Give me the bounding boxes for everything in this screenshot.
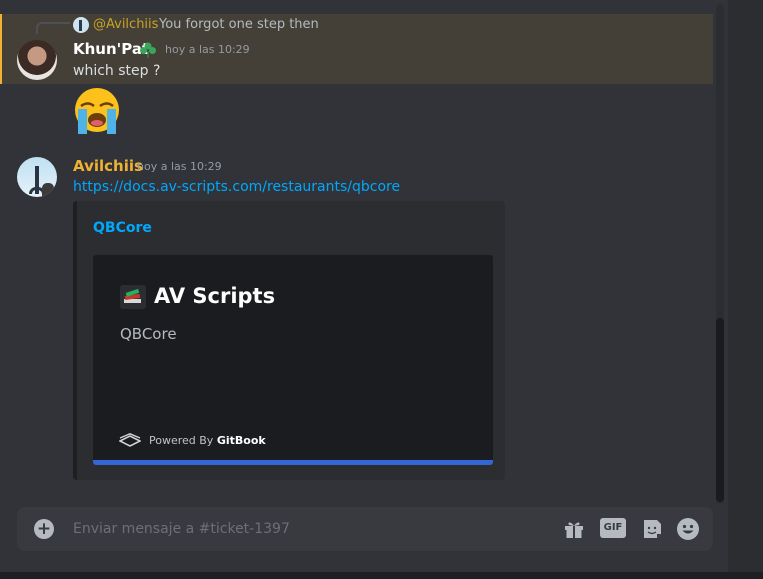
reply-preview-text[interactable]: You forgot one step then (159, 17, 319, 32)
reply-avatar[interactable] (73, 17, 89, 33)
avatar-khunpat[interactable] (17, 40, 57, 80)
author-name[interactable]: Avilchiis (73, 157, 143, 175)
reply-spine (36, 22, 70, 34)
author-name[interactable]: Khun'Pat (73, 40, 149, 58)
avatar-avilchiis[interactable] (17, 157, 57, 197)
message-text: which step ? (73, 63, 161, 79)
embed-preview-image[interactable]: AV Scripts QBCore Powered By GitBook (93, 255, 493, 465)
powered-brand: GitBook (216, 434, 266, 447)
gitbook-icon (119, 433, 141, 447)
message-timestamp: hoy a las 10:29 (165, 43, 250, 56)
embed-title[interactable]: QBCore (93, 220, 152, 236)
plus-icon[interactable]: + (34, 519, 54, 539)
message-timestamp: hoy a las 10:29 (137, 160, 222, 173)
scrollbar-thumb[interactable] (716, 318, 724, 502)
message-composer: + GIF (17, 507, 713, 551)
bottom-edge (0, 572, 763, 579)
loudly-crying-face-icon (75, 88, 119, 134)
right-panel-edge (728, 0, 763, 579)
message-input[interactable] (73, 517, 543, 541)
embed-accent-bar (93, 460, 493, 465)
embed-site-subtitle: QBCore (120, 325, 177, 343)
link-embed: QBCore AV Scripts QBCore Powered By GitB… (73, 201, 505, 480)
person-silhouette (42, 183, 54, 197)
reply-mention[interactable]: @Avilchiis (93, 17, 158, 32)
chat-area: @Avilchiis You forgot one step then Khun… (0, 0, 728, 579)
gif-icon[interactable]: GIF (600, 518, 626, 538)
book-stack-icon (120, 285, 146, 309)
sticker-icon[interactable] (640, 517, 664, 541)
message-link[interactable]: https://docs.av-scripts.com/restaurants/… (73, 179, 400, 195)
gift-icon[interactable] (562, 517, 586, 541)
clover-icon (140, 42, 156, 58)
powered-prefix: Powered By (149, 434, 217, 447)
powered-by-text: Powered By GitBook (149, 434, 266, 447)
embed-site-name: AV Scripts (154, 284, 276, 308)
emoji-icon[interactable] (676, 517, 700, 541)
